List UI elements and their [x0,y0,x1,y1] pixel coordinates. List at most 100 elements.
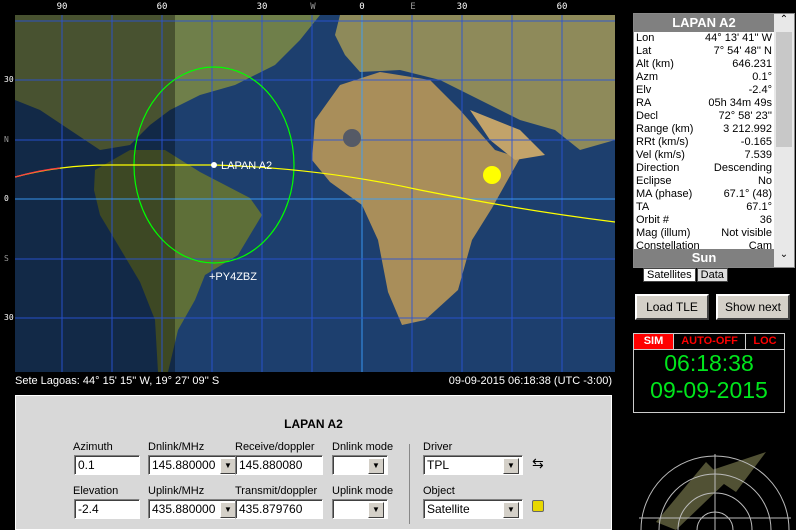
info-key: Elv [636,84,652,96]
info-row: Range (km) 3 212.992 [634,123,774,136]
loc-indicator[interactable]: LOC [746,334,784,349]
info-value: 67.1° [746,201,772,213]
azimuth-field[interactable]: 0.1 [74,455,140,475]
info-key: Range (km) [636,123,694,135]
dropdown-arrow-icon: ▼ [368,502,384,518]
axis-label: 0 [359,2,365,12]
info-row: Lat 7° 54' 48'' N [634,45,774,58]
show-next-button[interactable]: Show next [716,294,790,320]
elevation-field[interactable]: -2.4 [74,499,140,519]
info-key: Orbit # [636,214,670,226]
info-value: No [757,175,772,187]
transmit-field[interactable]: 435.879760 [235,499,323,519]
scroll-thumb[interactable] [776,32,792,147]
axis-label: 30 [256,2,268,12]
info-value: Not visible [721,227,772,239]
info-key: Mag (illum) [636,227,691,239]
info-key: Alt (km) [636,58,674,70]
dropdown-arrow-icon: ▼ [220,458,236,474]
info-key: Lon [636,32,655,44]
location-status: Sete Lagoas: 44° 15' 15'' W, 19° 27' 09'… [15,375,220,387]
info-key: Azm [636,71,658,83]
scroll-down-icon[interactable]: ⌄ [774,249,794,267]
clock-time: 06:18:38 [664,350,754,376]
info-row: Direction Descending [634,162,774,175]
info-row: Elv -2.4° [634,84,774,97]
dnlink-mode-select[interactable]: ▼ [332,455,388,475]
satellite-info-panel: LAPAN A2 Lon 44° 13' 41'' W Lat 7° 54' 48''… [633,13,795,268]
rig-control-panel: LAPAN A2 Azimuth 0.1 Elevation -2.4 Dnli… [15,395,612,530]
axis-label: W [310,2,316,12]
dropdown-arrow-icon: ▼ [368,458,384,474]
receive-field[interactable]: 145.880080 [235,455,323,475]
info-key: Direction [636,162,680,174]
sim-indicator[interactable]: SIM [634,334,674,349]
info-row: TA 67.1° [634,201,774,214]
dnlink-select[interactable]: 145.880000 ▼ [148,455,240,475]
info-row: MA (phase) 67.1° (48) [634,188,774,201]
info-value: 7.539 [744,149,772,161]
info-value: 67.1° (48) [723,188,772,200]
info-row: RA 05h 34m 49s [634,97,774,110]
clock-date: 09-09-2015 [650,377,768,403]
info-value: Descending [713,162,772,174]
info-key: Lat [636,45,652,57]
info-row: Mag (illum) Not visible [634,227,774,240]
uplink-label: Uplink/MHz [148,485,205,497]
elevation-label: Elevation [73,485,119,497]
uplink-mode-label: Uplink mode [332,485,394,497]
moon-icon [343,129,361,147]
info-row: Eclipse No [634,175,774,188]
info-value: 646.231 [732,58,772,70]
tab-satellites[interactable]: Satellites [643,268,696,282]
satellite-label: LAPAN A2 [221,160,272,172]
info-value: -0.165 [740,136,772,148]
dropdown-arrow-icon: ▼ [503,458,519,474]
axis-label: 60 [556,2,568,12]
info-value: -2.4° [748,84,772,96]
panel-title: LAPAN A2 [284,417,343,431]
tab-data[interactable]: Data [696,268,728,282]
divider [409,444,410,524]
scroll-up-icon[interactable]: ⌃ [774,14,794,32]
axis-label: S [4,254,9,263]
info-key: MA (phase) [636,188,693,200]
driver-settings-icon[interactable]: ⇆ [532,455,544,472]
axis-label: 90 [56,2,68,12]
uplink-select[interactable]: 435.880000 ▼ [148,499,240,519]
axis-label: N [4,135,9,144]
info-value: 05h 34m 49s [708,97,772,109]
axis-label: E [410,2,416,12]
driver-select[interactable]: TPL ▼ [423,455,523,475]
info-key: Eclipse [636,175,672,187]
info-key: TA [636,201,650,213]
uplink-mode-select[interactable]: ▼ [332,499,388,519]
info-scrollbar[interactable]: ⌃ ⌄ [774,14,794,267]
info-row: Orbit # 36 [634,214,774,227]
lock-icon[interactable] [532,500,544,512]
transmit-label: Transmit/doppler [235,485,318,497]
driver-label: Driver [423,441,453,453]
load-tle-button[interactable]: Load TLE [635,294,709,320]
info-key: RRt (km/s) [636,136,689,148]
info-row: Alt (km) 646.231 [634,58,774,71]
time-status: 09-09-2015 06:18:38 (UTC -3:00) [448,375,612,387]
info-value: 72° 58' 23'' [718,110,772,122]
object-select[interactable]: Satellite ▼ [423,499,523,519]
info-key: Decl [636,110,659,122]
dnlink-mode-label: Dnlink mode [332,441,394,453]
sun-icon [483,166,501,184]
world-map[interactable]: LAPAN A2 +PY4ZBZ [15,15,615,372]
axis-label: 30 [456,2,468,12]
auto-indicator[interactable]: AUTO-OFF [674,334,746,349]
axis-label: 0 [4,194,9,203]
info-row: Lon 44° 13' 41'' W [634,32,774,45]
info-row: Decl 72° 58' 23'' [634,110,774,123]
info-key: Vel (km/s) [636,149,685,161]
radar-polar-plot [639,452,791,530]
satellite-marker [211,162,217,168]
info-value: 3 212.992 [723,123,772,135]
info-value: 44° 13' 41'' W [705,32,772,44]
object-label: Object [423,485,455,497]
dnlink-label: Dnlink/MHz [148,441,205,453]
